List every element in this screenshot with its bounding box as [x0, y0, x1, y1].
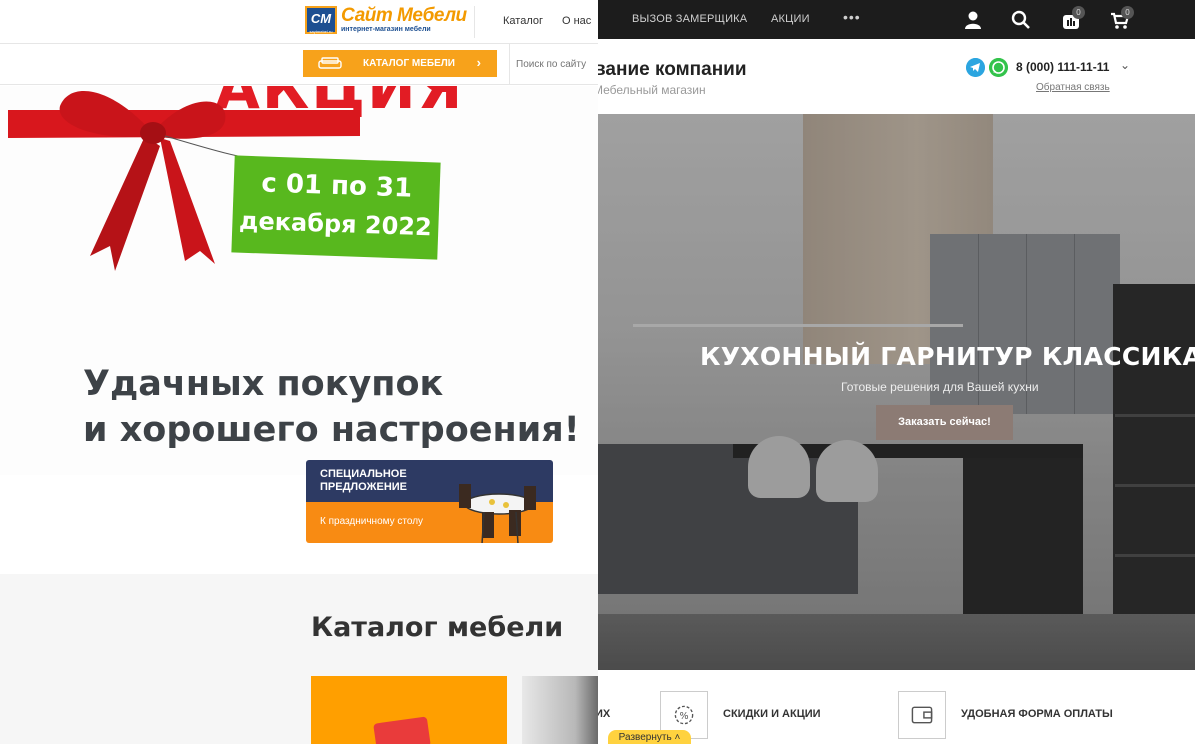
hero-subtitle: Готовые решения для Вашей кухни	[841, 380, 1039, 394]
catalog-menu-label: КАТАЛОГ МЕБЕЛИ	[363, 58, 455, 69]
feature-label-truncated: ИХ	[598, 708, 611, 720]
chevron-up-icon: ˄	[674, 732, 681, 743]
wallet-icon	[898, 691, 946, 739]
phone-number[interactable]: 8 (000) 111-11-11	[1016, 60, 1109, 74]
site-logo[interactable]: СМ saytmebel.ru Сайт Мебели интернет-маг…	[305, 5, 467, 36]
nav-link-promotions[interactable]: АКЦИИ	[771, 13, 810, 25]
expand-label: Развернуть	[618, 732, 672, 743]
logo-name: Сайт Мебели	[341, 5, 467, 26]
left-subbar: КАТАЛОГ МЕБЕЛИ ›	[0, 44, 598, 85]
expand-button[interactable]: Развернуть ˄	[608, 730, 691, 744]
cart-button[interactable]: 0	[1109, 6, 1134, 31]
logo-mark-domain: saytmebel.ru	[309, 29, 333, 34]
feature-discounts[interactable]: СКИДКИ И АКЦИИ	[723, 708, 821, 720]
search-input[interactable]	[516, 53, 598, 75]
chevron-down-icon[interactable]: ⌄	[1120, 58, 1130, 72]
promo-wish-line1: Удачных покупок	[83, 364, 444, 404]
sofa-icon	[318, 57, 342, 69]
top-navigation-bar: ВЫЗОВ ЗАМЕРЩИКА АКЦИИ ••• 0 0	[598, 0, 1195, 39]
catalog-card-image	[373, 716, 431, 744]
special-offer-card[interactable]: СПЕЦИАЛЬНОЕ ПРЕДЛОЖЕНИЕ К праздничному с…	[306, 460, 553, 543]
catalog-section: Каталог мебели	[0, 574, 598, 744]
svg-text:%: %	[679, 711, 688, 722]
catalog-card[interactable]	[311, 676, 507, 744]
cart-count-badge: 0	[1121, 6, 1134, 19]
nav-link-about[interactable]: О нас	[562, 15, 591, 27]
offer-title-line1: СПЕЦИАЛЬНОЕ	[320, 468, 407, 480]
features-strip: ИХ % СКИДКИ И АКЦИИ УДОБНАЯ ФОРМА ОПЛАТЫ…	[598, 670, 1195, 744]
offer-title: СПЕЦИАЛЬНОЕ ПРЕДЛОЖЕНИЕ	[320, 468, 407, 494]
logo-tagline: интернет-магазин мебели	[341, 26, 431, 33]
order-now-button[interactable]: Заказать сейчас!	[876, 405, 1013, 440]
whatsapp-icon[interactable]	[989, 58, 1008, 77]
dining-set-image	[459, 484, 536, 543]
callback-link[interactable]: Обратная связь	[1036, 82, 1110, 93]
right-site-window: ВЫЗОВ ЗАМЕРЩИКА АКЦИИ ••• 0 0 вание комп…	[598, 0, 1195, 744]
compare-button[interactable]: 0	[1060, 6, 1085, 31]
hero-title: КУХОННЫЙ ГАРНИТУР КЛАССИКА	[700, 342, 1195, 371]
offer-title-line2: ПРЕДЛОЖЕНИЕ	[320, 481, 408, 493]
left-site-window: СМ saytmebel.ru Сайт Мебели интернет-маг…	[0, 0, 598, 744]
offer-subtitle: К праздничному столу	[320, 516, 424, 527]
promo-dates-badge: с 01 по 31 декабря 2022	[231, 155, 441, 260]
catalog-menu-button[interactable]: КАТАЛОГ МЕБЕЛИ ›	[303, 50, 497, 77]
search-icon[interactable]	[1010, 9, 1032, 31]
site-header: вание компании Мебельный магазин 8 (000)…	[598, 39, 1195, 114]
feature-payment-options[interactable]: УДОБНАЯ ФОРМА ОПЛАТЫ	[961, 708, 1113, 720]
promo-dates-line2: декабря 2022	[238, 206, 433, 242]
promo-wish-text: Удачных покупок и хорошего настроения!	[83, 361, 580, 453]
company-name[interactable]: вание компании	[598, 59, 747, 81]
compare-count-badge: 0	[1072, 6, 1085, 19]
subbar-divider	[509, 44, 510, 84]
user-icon[interactable]	[962, 9, 984, 31]
nav-link-catalog[interactable]: Каталог	[503, 15, 543, 27]
promo-dates-line1: с 01 по 31	[260, 168, 413, 204]
hero-slider: КУХОННЫЙ ГАРНИТУР КЛАССИКА Готовые решен…	[598, 114, 1195, 670]
promo-wish-line2: и хорошего настроения!	[83, 410, 580, 450]
nav-link-measurer-call[interactable]: ВЫЗОВ ЗАМЕРЩИКА	[632, 13, 747, 25]
nav-more-menu[interactable]: •••	[843, 9, 861, 25]
left-header: СМ saytmebel.ru Сайт Мебели интернет-маг…	[0, 0, 598, 44]
header-divider	[474, 6, 475, 38]
promo-banner[interactable]: АКЦИЯ с 01 по 31 декабря 2022 Удачных по…	[0, 86, 598, 475]
catalog-card[interactable]	[522, 676, 598, 744]
company-subtitle: Мебельный магазин	[598, 83, 706, 97]
catalog-section-title: Каталог мебели	[311, 612, 564, 643]
chevron-right-icon: ›	[476, 55, 481, 70]
telegram-icon[interactable]	[966, 58, 985, 77]
